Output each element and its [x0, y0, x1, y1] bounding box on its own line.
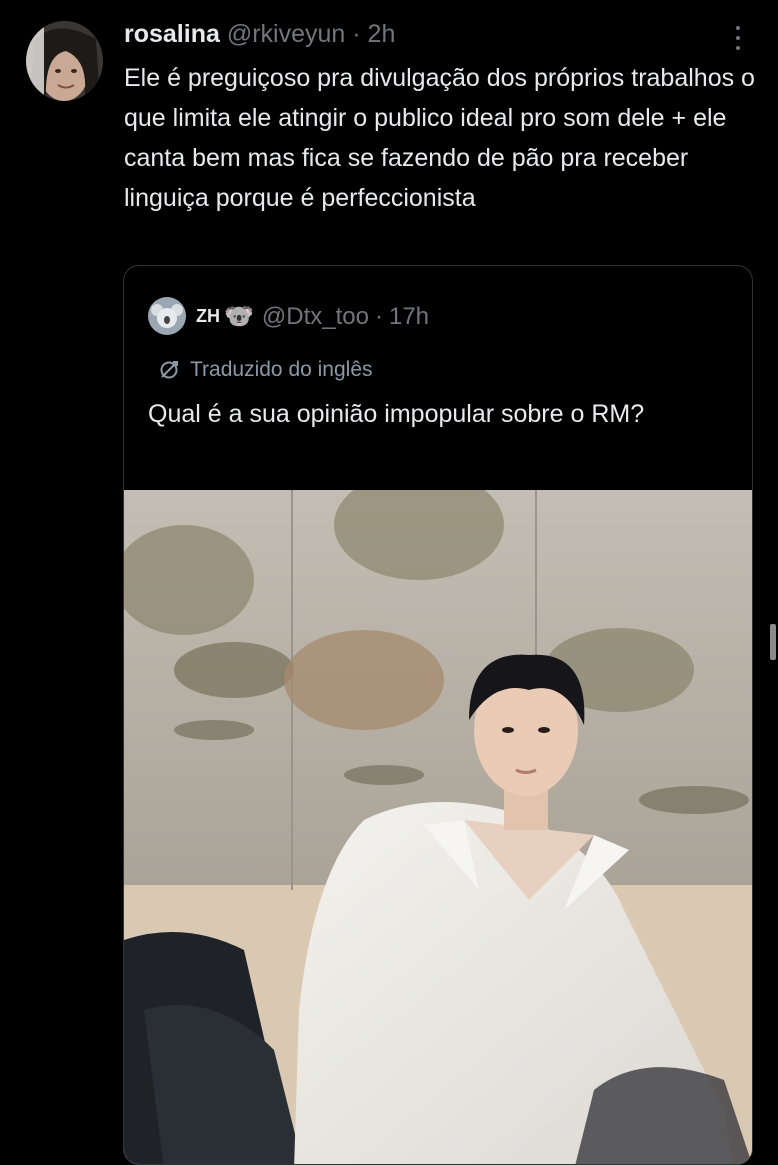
- avatar-image: [26, 21, 103, 101]
- quoted-tweet-text: Qual é a sua opinião impopular sobre o R…: [148, 400, 645, 428]
- scrollbar[interactable]: [770, 624, 776, 660]
- author-name[interactable]: rosalina: [124, 20, 220, 48]
- photo-image: [124, 490, 752, 1164]
- quoted-tweet[interactable]: ZH 🐨 @Dtx_too · 17h Traduzido do inglês …: [123, 265, 753, 1165]
- translated-label[interactable]: Traduzido do inglês: [158, 358, 373, 382]
- tweet-header: rosalina @rkiveyun · 2h: [124, 20, 395, 49]
- more-icon[interactable]: [726, 22, 750, 54]
- quoted-tweet-time[interactable]: 17h: [389, 303, 429, 331]
- more-dot: [736, 26, 740, 30]
- quoted-tweet-header: ZH 🐨 @Dtx_too · 17h: [196, 302, 429, 331]
- separator: ·: [374, 302, 383, 330]
- more-dot: [736, 46, 740, 50]
- more-dot: [736, 36, 740, 40]
- tweet-text: Ele é preguiçoso pra divulgação dos próp…: [124, 64, 755, 212]
- koala-avatar-icon: [148, 297, 186, 335]
- author-handle[interactable]: @rkiveyun: [227, 20, 345, 48]
- tweet[interactable]: rosalina @rkiveyun · 2h Ele é preguiçoso…: [0, 0, 778, 1165]
- separator: ·: [352, 20, 361, 48]
- quoted-author-name[interactable]: ZH: [196, 306, 220, 327]
- translated-text: Traduzido do inglês: [190, 358, 373, 381]
- translate-icon: [160, 361, 178, 379]
- quoted-author-handle[interactable]: @Dtx_too: [262, 303, 369, 331]
- author-avatar[interactable]: [26, 21, 103, 101]
- koala-emoji-icon: 🐨: [224, 303, 254, 330]
- quoted-author-avatar[interactable]: [148, 297, 186, 335]
- tweet-time[interactable]: 2h: [368, 20, 396, 48]
- quoted-tweet-photo[interactable]: [124, 490, 752, 1164]
